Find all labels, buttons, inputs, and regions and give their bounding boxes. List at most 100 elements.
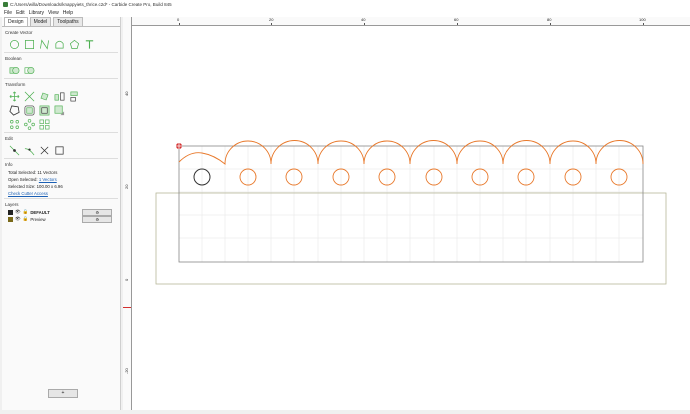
layer-settings-button[interactable]: ⚙: [82, 208, 113, 216]
polygon-icon[interactable]: [69, 39, 80, 50]
eye-icon[interactable]: 👁: [15, 216, 21, 222]
boolean-tools: [9, 64, 120, 76]
ruler-x-label: 100: [639, 17, 646, 22]
edit-title: Edit: [5, 136, 13, 141]
ruler-tick: [643, 23, 644, 25]
ruler-tick: [457, 23, 458, 25]
grid-array-icon[interactable]: [39, 119, 50, 130]
trim-icon[interactable]: [24, 145, 35, 156]
tab-toolpaths[interactable]: Toolpaths: [53, 17, 83, 26]
section-divider: [4, 78, 118, 79]
circular-array-icon[interactable]: [24, 118, 35, 130]
align-icon[interactable]: [69, 91, 80, 102]
total-selected-value: 11 Vectors: [37, 170, 58, 175]
ruler-y-label: -20: [124, 368, 129, 374]
menu-view[interactable]: View: [48, 10, 59, 16]
menu-help[interactable]: Help: [63, 10, 73, 16]
selected-size-value: 100.00 x 6.96: [36, 184, 63, 189]
rotate-icon[interactable]: [39, 91, 50, 102]
section-divider: [4, 132, 118, 133]
bounding-box-icon[interactable]: [54, 145, 65, 156]
window-title: C:/Users/willa/Downloads/knappyiets_thri…: [10, 2, 172, 7]
section-divider: [4, 52, 118, 53]
ruler-x-label: 0: [177, 17, 180, 22]
lock-icon[interactable]: 🔒: [23, 216, 29, 222]
transform-tools-row-2: [9, 104, 120, 116]
transform-title: Transform: [5, 82, 26, 87]
horizontal-ruler: 0 20 40 60 80 100: [123, 17, 690, 26]
selected-size: Selected Size: 100.00 x 6.96: [8, 184, 120, 189]
open-selected-link[interactable]: 1 Vectors: [39, 177, 57, 182]
check-cutter-access-link[interactable]: Check Cutter Access: [8, 191, 48, 196]
mirror-icon[interactable]: [54, 91, 65, 102]
canvas-svg[interactable]: [123, 17, 690, 410]
stock-outline: [155, 192, 667, 285]
check-cutter-access: Check Cutter Access: [8, 191, 120, 196]
transform-tools-row-3: [9, 118, 120, 130]
app-icon: [3, 2, 8, 7]
array-icon[interactable]: [9, 119, 20, 130]
node-edit-icon[interactable]: [9, 104, 20, 116]
polyline-icon[interactable]: [39, 38, 50, 50]
open-selected-label: Open Selected:: [8, 177, 38, 182]
menu-bar: File Edit Library View Help: [0, 9, 690, 17]
menu-edit[interactable]: Edit: [16, 10, 25, 16]
rectangle-icon[interactable]: [24, 39, 35, 50]
layer-row-preview[interactable]: 👁 🔒 Preview ⚙: [8, 215, 120, 223]
boolean-union-icon[interactable]: [9, 65, 20, 76]
create-vector-tools: [9, 38, 120, 50]
scallop-border-vector[interactable]: [178, 140, 644, 165]
layer-row-default[interactable]: 👁 🔒 DEFAULT ⚙: [8, 208, 120, 216]
ruler-x-label: 60: [454, 17, 459, 22]
ruler-x-label: 80: [547, 17, 552, 22]
circle-icon[interactable]: [9, 39, 20, 50]
layer-color-swatch[interactable]: [8, 209, 13, 215]
info-title: Info: [5, 162, 13, 167]
lock-icon[interactable]: 🔒: [23, 209, 29, 215]
vertical-ruler: 40 20 0 -20: [123, 17, 132, 410]
edit-tools: [9, 144, 120, 156]
tab-model[interactable]: Model: [29, 17, 52, 26]
title-bar: C:/Users/willa/Downloads/knappyiets_thri…: [0, 0, 690, 9]
boolean-title: Boolean: [5, 56, 22, 61]
ruler-x-label: 20: [269, 17, 274, 22]
layer-color-swatch[interactable]: [8, 216, 13, 222]
ruler-y-label: 20: [124, 184, 129, 189]
design-canvas[interactable]: [123, 17, 690, 410]
ruler-origin-marker: [123, 307, 131, 308]
layer-settings-button[interactable]: ⚙: [82, 215, 113, 223]
offset-icon[interactable]: [24, 105, 35, 116]
curve-icon[interactable]: [54, 39, 65, 50]
add-layer-button[interactable]: +: [48, 389, 78, 398]
selected-size-label: Selected Size:: [8, 184, 36, 189]
ruler-tick: [364, 23, 365, 25]
tab-design[interactable]: Design: [4, 17, 28, 26]
text-icon[interactable]: [84, 39, 95, 50]
open-selected: Open Selected: 1 Vectors: [8, 177, 120, 182]
inset-icon[interactable]: [39, 105, 50, 116]
origin-marker: [176, 143, 182, 149]
create-vector-title: Create Vector: [5, 30, 33, 35]
workpiece-outline: [178, 145, 644, 263]
delete-vector-icon[interactable]: [39, 145, 50, 156]
ruler-y-label: 0: [124, 278, 129, 281]
join-vectors-icon[interactable]: [9, 145, 20, 156]
total-selected-label: Total Selected:: [8, 170, 37, 175]
ruler-tick: [179, 23, 180, 25]
total-selected: Total Selected: 11 Vectors: [8, 170, 120, 175]
boolean-subtract-icon[interactable]: [24, 65, 35, 76]
ruler-tick: [550, 23, 551, 25]
ruler-x-label: 40: [361, 17, 366, 22]
panel-tabs: Design Model Toolpaths: [2, 17, 120, 27]
fillet-icon[interactable]: [54, 105, 65, 116]
menu-library[interactable]: Library: [29, 10, 44, 16]
eye-icon[interactable]: 👁: [15, 209, 21, 215]
menu-file[interactable]: File: [4, 10, 12, 16]
ruler-tick: [271, 23, 272, 25]
grid-lines: [179, 146, 643, 262]
section-divider: [4, 158, 118, 159]
scale-icon[interactable]: [24, 91, 35, 102]
layer-name: Preview: [30, 216, 46, 222]
section-divider: [4, 198, 118, 199]
move-icon[interactable]: [9, 91, 20, 102]
